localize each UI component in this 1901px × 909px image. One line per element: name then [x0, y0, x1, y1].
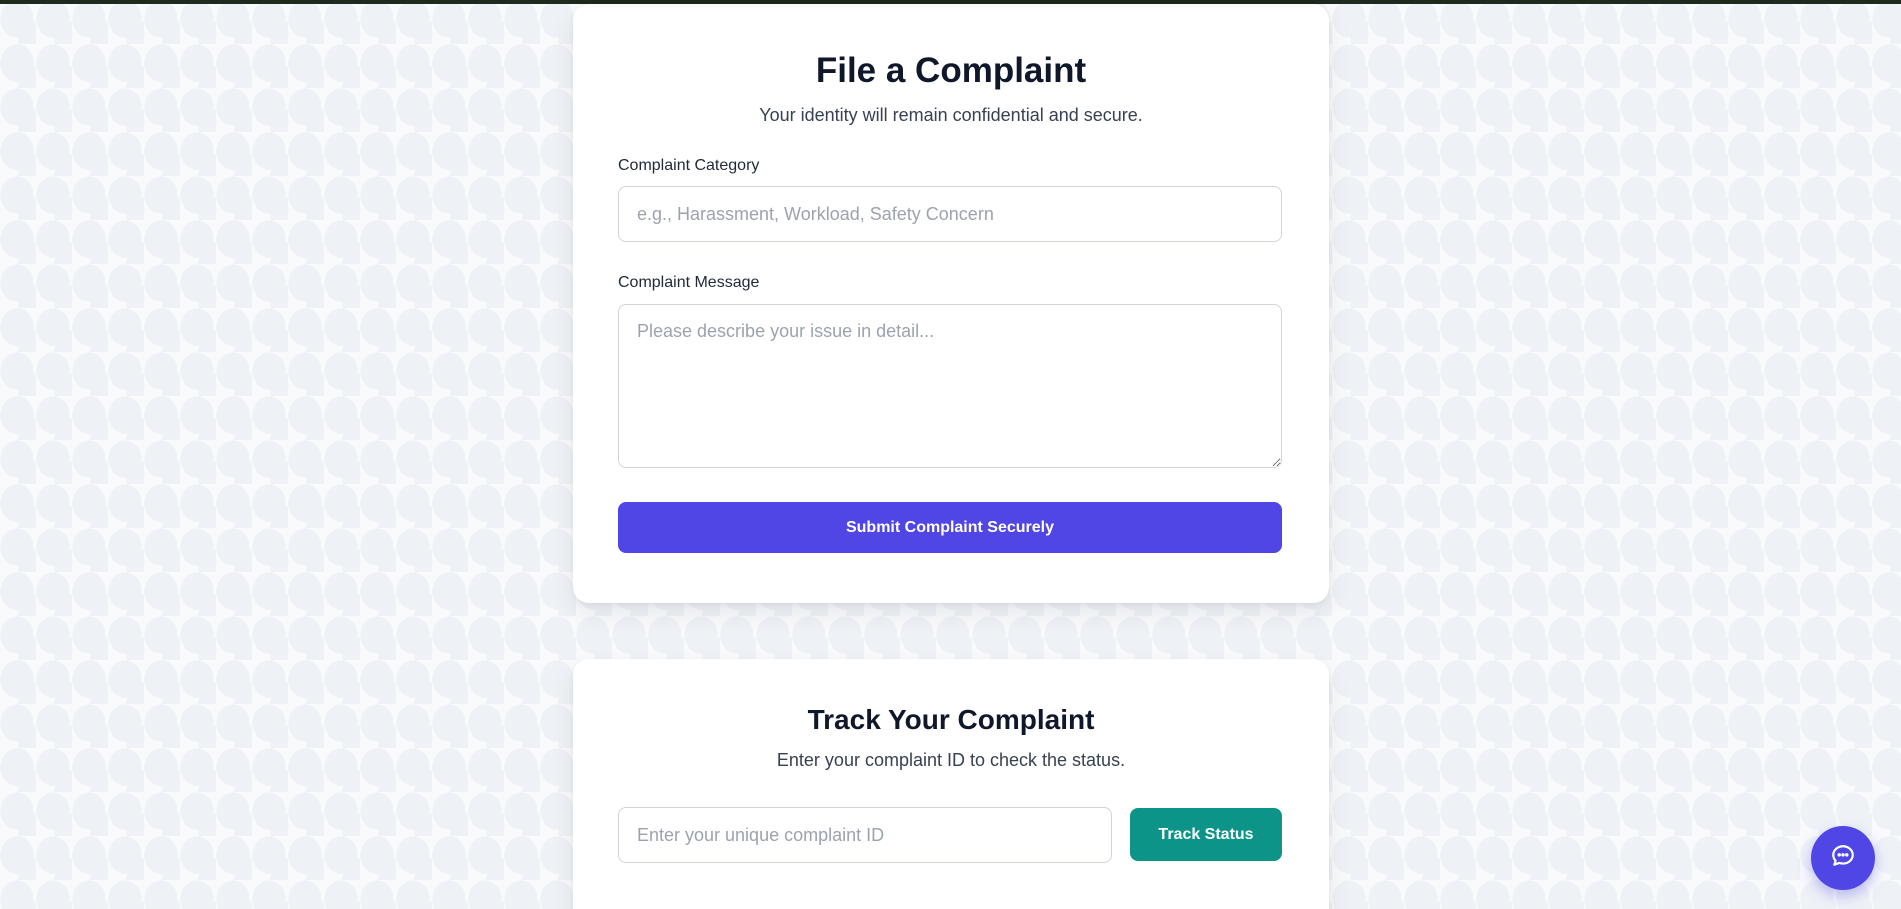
chat-bubble-icon — [1830, 843, 1856, 874]
complaint-card: File a Complaint Your identity will rema… — [573, 4, 1329, 603]
chat-button[interactable] — [1811, 826, 1875, 890]
submit-complaint-button[interactable]: Submit Complaint Securely — [618, 502, 1282, 553]
complaint-card-title: File a Complaint — [815, 51, 1087, 90]
complaint-form: Complaint Category Complaint Message Sub… — [573, 156, 1329, 553]
message-textarea[interactable] — [618, 304, 1282, 468]
track-form-row: Track Status — [573, 807, 1329, 863]
complaint-card-subtitle: Your identity will remain confidential a… — [759, 105, 1143, 125]
message-label: Complaint Message — [618, 274, 760, 291]
track-status-button[interactable]: Track Status — [1130, 808, 1282, 861]
track-card-subtitle: Enter your complaint ID to check the sta… — [776, 750, 1126, 770]
category-input[interactable] — [618, 186, 1282, 242]
track-card-title: Track Your Complaint — [807, 704, 1095, 735]
complaint-id-input[interactable] — [618, 807, 1112, 863]
track-card: Track Your Complaint Enter your complain… — [573, 659, 1329, 909]
category-label: Complaint Category — [618, 157, 760, 174]
